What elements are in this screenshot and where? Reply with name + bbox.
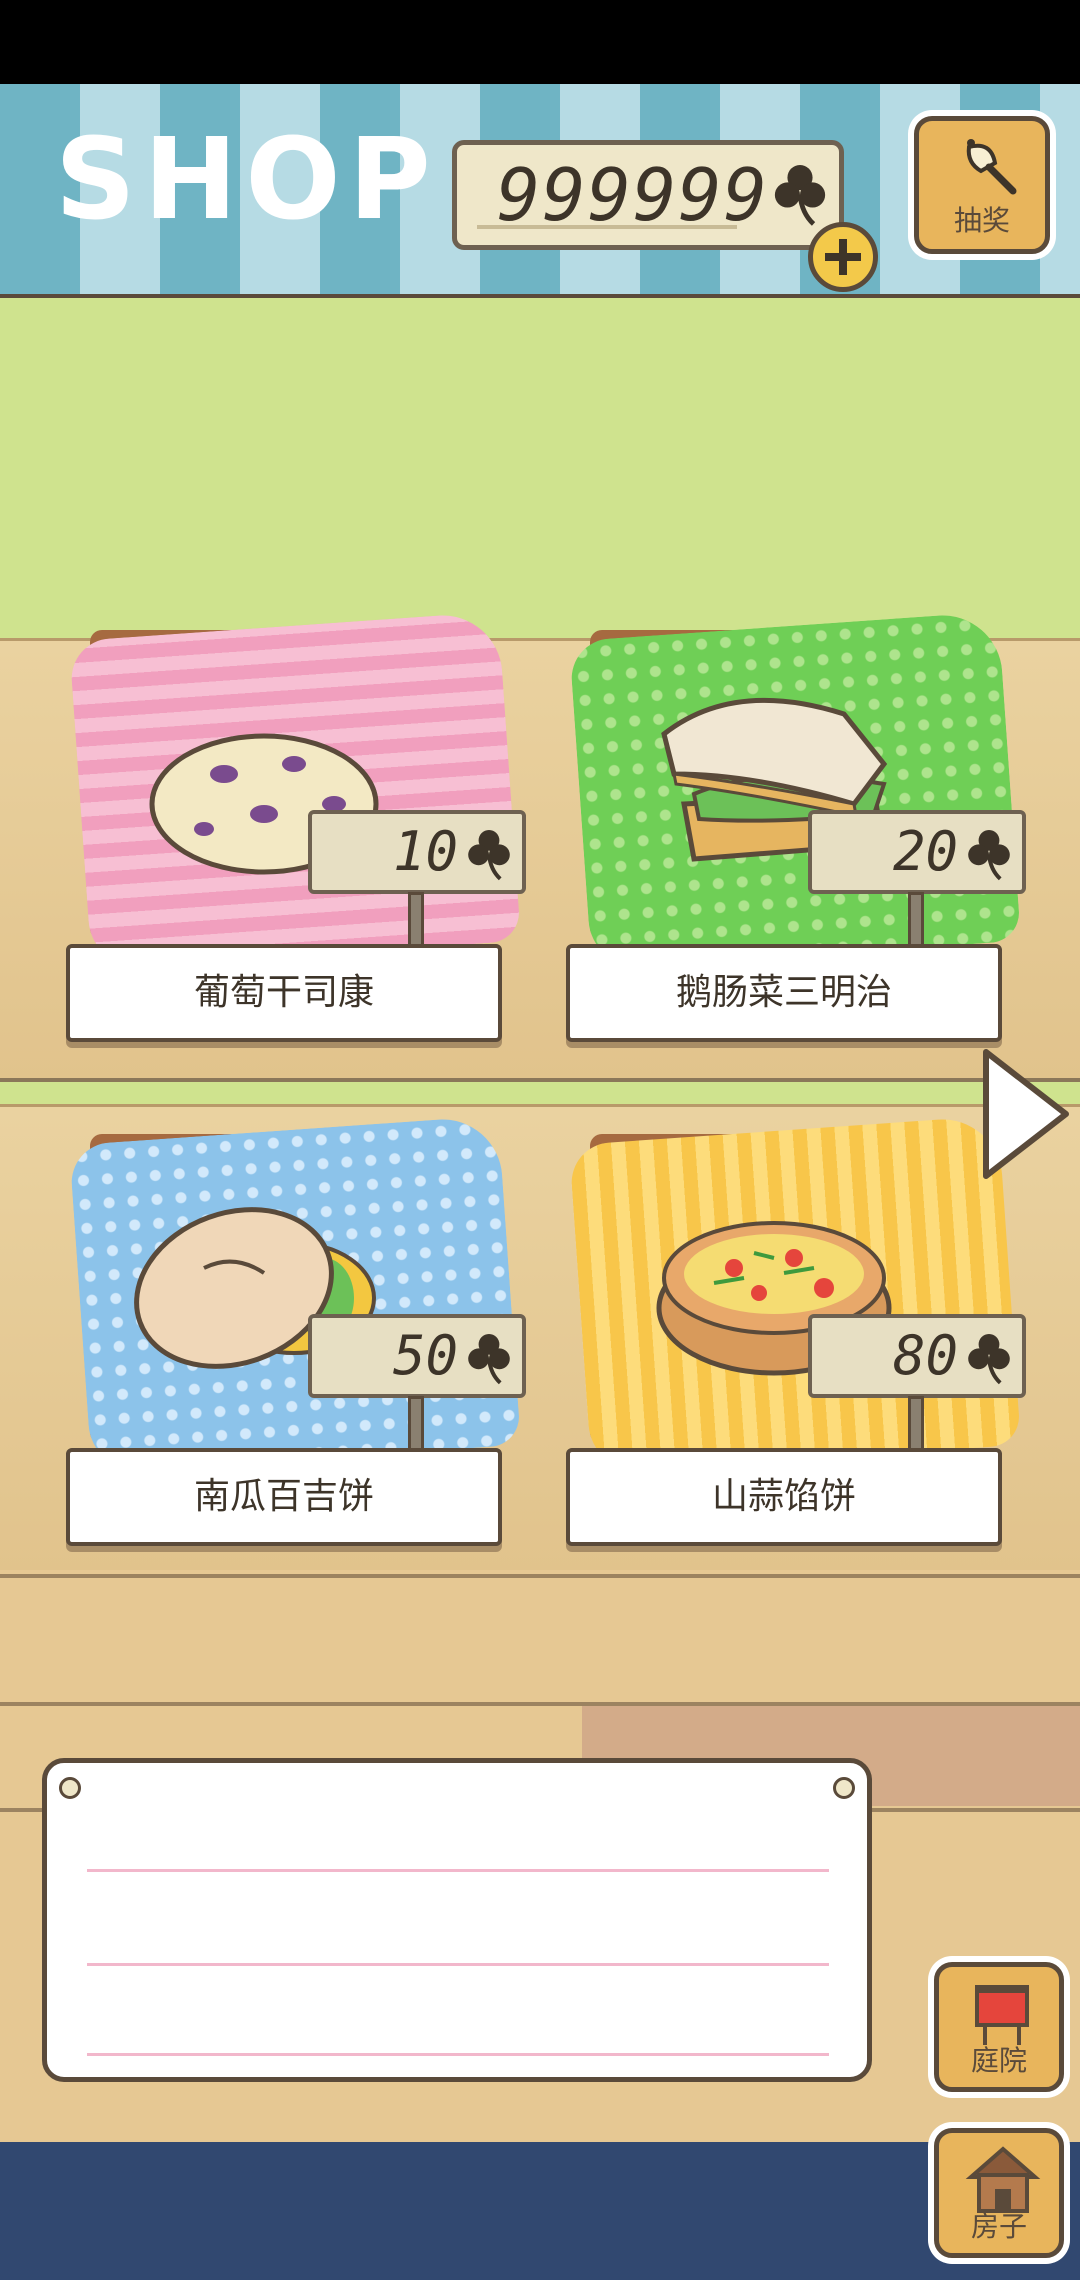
chevron-right-icon	[983, 1049, 1069, 1179]
clover-icon	[968, 1334, 1010, 1385]
coin-balance: 999999	[452, 140, 844, 250]
add-coin-button[interactable]	[808, 222, 878, 292]
shop-item-chickweed-sandwich[interactable]: 20 鹅肠菜三明治	[566, 611, 1026, 1050]
yard-button[interactable]: 庭院	[934, 1962, 1064, 2092]
next-page-button[interactable]	[976, 1044, 1076, 1184]
coin-underline	[477, 225, 737, 229]
note-line	[87, 1963, 829, 1966]
tag-post	[908, 1396, 924, 1452]
clover-icon	[968, 830, 1010, 881]
description-board	[42, 1758, 872, 2082]
status-bar	[0, 0, 1080, 84]
item-name: 山蒜馅饼	[566, 1448, 1002, 1546]
bell-icon	[966, 139, 1017, 195]
tag-post	[908, 892, 924, 948]
shop-item-wild-garlic-quiche[interactable]: 80 山蒜馅饼	[566, 1115, 1026, 1554]
shop-wall	[0, 298, 1080, 638]
price-value: 50	[392, 1324, 458, 1387]
house-label: 房子	[970, 2210, 1027, 2243]
note-line	[87, 2053, 829, 2056]
lottery-label: 抽奖	[953, 204, 1010, 237]
tag-post	[408, 1396, 424, 1452]
lottery-button[interactable]: 抽奖	[914, 116, 1050, 254]
floor-seam	[0, 1702, 1080, 1706]
item-name: 葡萄干司康	[66, 944, 502, 1042]
plus-icon	[825, 239, 861, 275]
floor-seam	[0, 1574, 1080, 1578]
bottom-band	[0, 2142, 1080, 2280]
item-name: 鹅肠菜三明治	[566, 944, 1002, 1042]
shop-item-raisin-scone[interactable]: 10 葡萄干司康	[66, 611, 526, 1050]
price-value: 10	[392, 820, 458, 883]
price-value: 20	[892, 820, 958, 883]
shop-title: SHOP	[55, 115, 439, 245]
pin	[833, 1777, 855, 1799]
clover-icon	[774, 165, 826, 226]
price-value: 80	[892, 1324, 958, 1387]
clover-icon	[468, 830, 510, 881]
note-line	[87, 1869, 829, 1872]
price-tag: 80	[808, 1314, 1026, 1398]
tag-post	[408, 892, 424, 948]
item-name: 南瓜百吉饼	[66, 1448, 502, 1546]
price-tag: 50	[308, 1314, 526, 1398]
price-tag: 20	[808, 810, 1026, 894]
clover-icon	[468, 1334, 510, 1385]
yard-label: 庭院	[970, 2044, 1027, 2077]
house-button[interactable]: 房子	[934, 2128, 1064, 2258]
price-tag: 10	[308, 810, 526, 894]
pin	[59, 1777, 81, 1799]
shop-item-pumpkin-bagel[interactable]: 50 南瓜百吉饼	[66, 1115, 526, 1554]
